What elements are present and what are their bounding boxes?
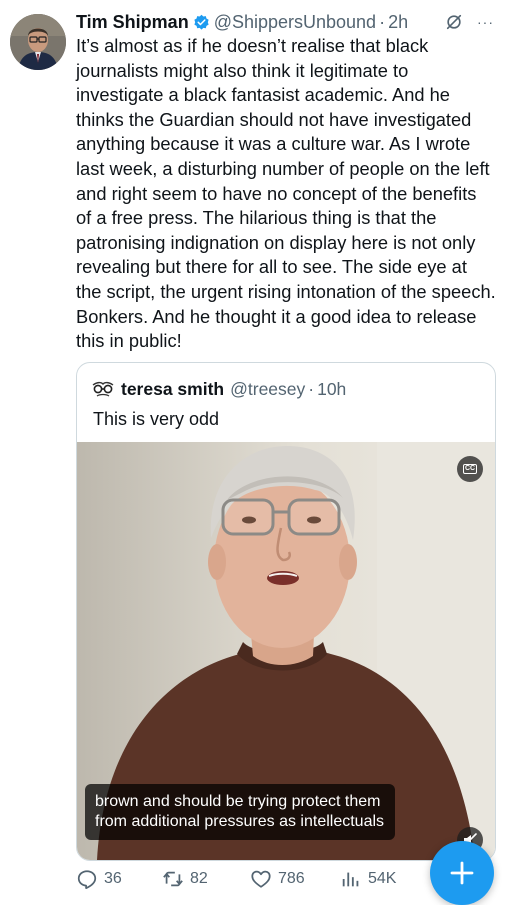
quoted-author-handle[interactable]: @treesey [230, 379, 305, 400]
quoted-author-avatar[interactable] [91, 377, 115, 401]
author-avatar[interactable] [10, 14, 66, 70]
video-caption: brown and should be trying protect them … [85, 784, 395, 840]
like-count: 786 [278, 870, 305, 887]
repost-count: 82 [190, 870, 208, 887]
views-button[interactable]: 54K [340, 868, 396, 890]
grok-icon[interactable] [445, 13, 463, 31]
tweet-text: It’s almost as if he doesn’t realise tha… [76, 35, 496, 352]
reply-button[interactable]: 36 [76, 868, 122, 890]
closed-captions-button[interactable]: CC [457, 456, 483, 482]
quoted-tweet[interactable]: teresa smith @treesey · 10h This is very… [76, 362, 496, 861]
more-options-icon[interactable]: ··· [477, 14, 494, 30]
reply-icon [77, 870, 97, 890]
quoted-tweet-timestamp[interactable]: 10h [317, 379, 346, 400]
heart-icon [251, 870, 271, 888]
reply-count: 36 [104, 870, 122, 887]
cc-label: CC [462, 464, 478, 474]
author-handle[interactable]: @ShippersUnbound [214, 12, 376, 33]
author-name[interactable]: Tim Shipman [76, 12, 189, 33]
like-button[interactable]: 786 [250, 868, 305, 890]
tweet-timestamp[interactable]: 2h [388, 12, 408, 33]
video-player[interactable]: CC brown and should be trying protect th… [77, 442, 495, 860]
quoted-tweet-header: teresa smith @treesey · 10h [91, 377, 346, 401]
repost-icon [163, 871, 183, 887]
quoted-tweet-text: This is very odd [93, 409, 220, 429]
views-count: 54K [368, 870, 397, 887]
separator-dot: · [379, 11, 386, 32]
tweet-header: Tim Shipman @ShippersUnbound · 2h ··· [76, 10, 494, 34]
views-icon [342, 872, 359, 887]
repost-button[interactable]: 82 [162, 868, 208, 890]
separator-dot: · [308, 378, 315, 399]
compose-button[interactable] [430, 841, 494, 905]
quoted-author-name[interactable]: teresa smith [121, 379, 224, 400]
verified-badge-icon [194, 14, 209, 30]
plus-icon [450, 861, 474, 885]
